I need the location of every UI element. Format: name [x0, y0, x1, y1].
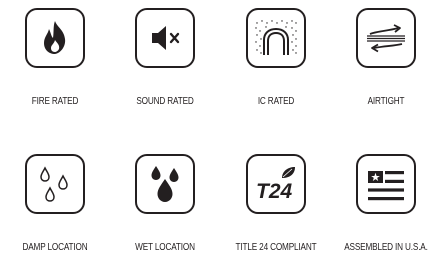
flame-icon	[44, 21, 66, 54]
insulation-contact-icon	[255, 20, 297, 55]
feature-badge-grid: FIRE RATED SOUND RATED IC RATED AIRTIGHT…	[0, 0, 442, 260]
badge-label: SOUND RATED	[136, 96, 194, 107]
badge-frame	[356, 8, 416, 68]
solid-droplets-icon	[151, 166, 179, 202]
badge-label: WET LOCATION	[135, 242, 195, 253]
badge-frame	[135, 8, 195, 68]
badge-damp-location: DAMP LOCATION	[0, 128, 110, 253]
badge-frame	[25, 154, 85, 214]
badge-frame: T24	[246, 154, 306, 214]
speaker-muted-icon	[152, 26, 180, 50]
badge-label: TITLE 24 COMPLIANT	[235, 242, 317, 253]
badge-ic-rated: IC RATED	[221, 0, 331, 120]
badge-label: DAMP LOCATION	[22, 242, 88, 253]
badge-frame	[356, 154, 416, 214]
badge-frame	[25, 8, 85, 68]
badge-label: AIRTIGHT	[367, 96, 405, 107]
badge-label: ASSEMBLED IN U.S.A.	[344, 242, 428, 253]
badge-label: FIRE RATED	[31, 96, 79, 107]
airflow-icon	[367, 24, 405, 53]
us-flag-icon	[368, 171, 404, 201]
badge-label: IC RATED	[257, 96, 295, 107]
badge-sound-rated: SOUND RATED	[110, 0, 220, 120]
badge-airtight: AIRTIGHT	[331, 0, 441, 120]
outline-droplets-icon	[40, 166, 68, 202]
badge-wet-location: WET LOCATION	[110, 128, 220, 253]
badge-frame	[246, 8, 306, 68]
badge-title-24-compliant: T24 TITLE 24 COMPLIANT	[221, 128, 331, 253]
badge-fire-rated: FIRE RATED	[0, 0, 110, 120]
title-24-leaf-icon: T24	[256, 167, 295, 203]
title-24-mark: T24	[256, 180, 293, 203]
badge-frame	[135, 154, 195, 214]
badge-assembled-in-usa: ASSEMBLED IN U.S.A.	[331, 128, 441, 253]
